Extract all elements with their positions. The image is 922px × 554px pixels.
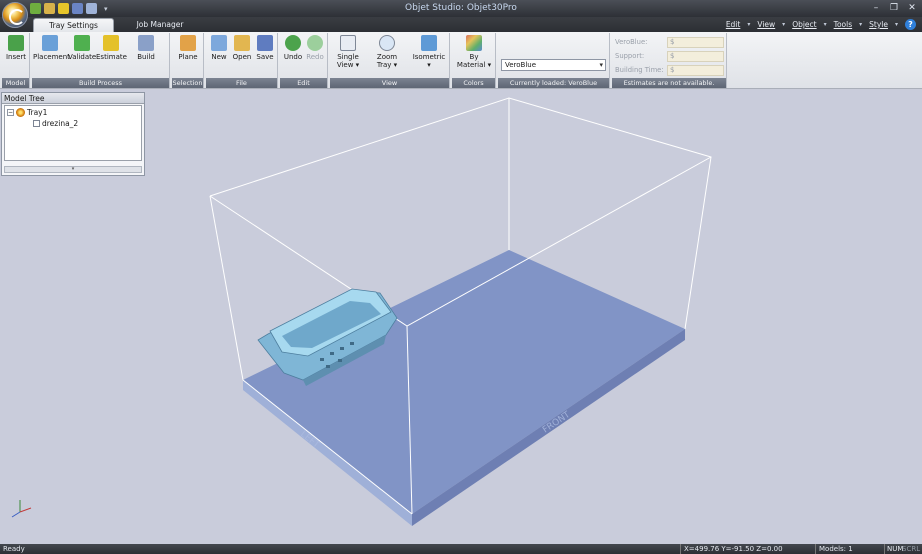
estimate-field-veroblue: $: [667, 37, 724, 48]
ribbon: Insert Model Placement Validate Estimate…: [0, 32, 922, 89]
material-icon: [466, 35, 482, 51]
group-model: Insert Model: [2, 33, 30, 88]
maximize-icon[interactable]: ❐: [888, 2, 900, 14]
chevron-down-icon: ▾: [782, 21, 786, 28]
group-label-build-process: Build Process: [32, 78, 169, 88]
insert-icon: [8, 35, 24, 51]
group-view: Single View ▾ Zoom Tray ▾ Isometric ▾ Vi…: [330, 33, 450, 88]
ribbon-tab-row: Tray Settings Job Manager Edit ▾ View ▾ Ob…: [0, 17, 922, 32]
tray-icon: [16, 108, 25, 117]
estimate-label-veroblue: VeroBlue:: [615, 38, 648, 46]
tree-model-label: drezina_2: [42, 119, 79, 128]
close-icon[interactable]: ✕: [906, 2, 918, 14]
zoom-icon: [379, 35, 395, 51]
new-button[interactable]: New: [208, 35, 230, 61]
menu-tools[interactable]: Tools: [834, 20, 852, 29]
axis-x-line: [19, 507, 32, 513]
undo-button[interactable]: Undo: [282, 35, 304, 61]
validate-icon: [74, 35, 90, 51]
model-tree-panel: Model Tree − Tray1 drezina_2 ▾: [1, 92, 145, 176]
build-icon: [138, 35, 154, 51]
group-label-file: File: [206, 78, 277, 88]
group-label-currently-loaded: Currently loaded: VeroBlue: [498, 78, 609, 88]
status-scroll-lock: SCRL: [902, 545, 921, 553]
plane-button[interactable]: Plane: [174, 35, 202, 61]
help-icon[interactable]: ?: [905, 19, 916, 30]
new-file-icon: [211, 35, 227, 51]
single-view-icon: [340, 35, 356, 51]
save-button[interactable]: Save: [254, 35, 276, 61]
open-button[interactable]: Open: [230, 35, 254, 61]
axis-z-line: [11, 511, 21, 518]
status-models-count: Models: 1: [815, 544, 853, 554]
status-bar: Ready X=499.76 Y=-91.50 Z=0.00 Models: 1…: [0, 544, 922, 554]
model-tree-title: Model Tree: [2, 93, 144, 104]
model-tree-list: − Tray1 drezina_2: [4, 105, 142, 161]
tree-tray-label: Tray1: [27, 108, 48, 117]
estimate-button[interactable]: Estimate: [96, 35, 127, 61]
chevron-down-icon: ▾: [747, 21, 751, 28]
tab-job-manager[interactable]: Job Manager: [122, 18, 198, 32]
collapse-icon[interactable]: −: [7, 109, 14, 116]
group-label-view: View: [330, 78, 449, 88]
chevron-down-icon: ▾: [859, 21, 863, 28]
build-button[interactable]: Build: [132, 35, 160, 61]
group-file: New Open Save File: [206, 33, 278, 88]
minimize-icon[interactable]: –: [870, 2, 882, 14]
menu-style[interactable]: Style: [869, 20, 888, 29]
window-controls: – ❐ ✕: [870, 2, 918, 14]
chevron-down-icon: ▾: [823, 21, 827, 28]
group-colors: By Material ▾ Colors: [452, 33, 496, 88]
group-build-process: Placement Validate Estimate Build Build …: [32, 33, 170, 88]
zoom-tray-button[interactable]: Zoom Tray ▾: [372, 35, 402, 69]
tree-row-model[interactable]: drezina_2: [33, 119, 78, 128]
menu-object[interactable]: Object: [792, 20, 816, 29]
status-coordinates: X=499.76 Y=-91.50 Z=0.00: [680, 544, 783, 554]
group-label-estimates: Estimates are not available.: [612, 78, 726, 88]
group-label-model: Model: [2, 78, 29, 88]
undo-icon: [285, 35, 301, 51]
placement-icon: [42, 35, 58, 51]
single-view-button[interactable]: Single View ▾: [333, 35, 363, 69]
tree-row-tray[interactable]: − Tray1: [7, 108, 47, 117]
validate-button[interactable]: Validate: [68, 35, 96, 61]
axis-indicator: [11, 500, 32, 518]
menu-edit[interactable]: Edit: [726, 20, 741, 29]
group-label-colors: Colors: [452, 78, 495, 88]
group-label-selection: Selection: [172, 78, 203, 88]
title-bar: ▾ Objet Studio: Objet30Pro – ❐ ✕: [0, 0, 922, 17]
estimate-label-building-time: Building Time:: [615, 66, 664, 74]
tab-tray-settings[interactable]: Tray Settings: [33, 18, 114, 32]
window-title: Objet Studio: Objet30Pro: [405, 3, 517, 13]
save-icon: [257, 35, 273, 51]
insert-button[interactable]: Insert: [3, 35, 29, 61]
placement-button[interactable]: Placement: [33, 35, 70, 61]
estimate-field-building-time: $: [667, 65, 724, 76]
cube-icon: [421, 35, 437, 51]
redo-icon: [307, 35, 323, 51]
top-menu: Edit ▾ View ▾ Object ▾ Tools ▾ Style ▾ ?: [726, 19, 916, 30]
menu-view[interactable]: View: [757, 20, 775, 29]
by-material-button[interactable]: By Material ▾: [454, 35, 494, 69]
estimate-label-support: Support:: [615, 52, 645, 60]
material-select[interactable]: VeroBlue: [501, 59, 606, 71]
redo-button[interactable]: Redo: [304, 35, 326, 61]
group-edit: Undo Redo Edit: [280, 33, 328, 88]
dollar-icon: [103, 35, 119, 51]
status-num-lock: NUM: [884, 544, 903, 554]
build-volume-left-edge: [209, 195, 244, 381]
group-label-edit: Edit: [280, 78, 327, 88]
application-menu-button[interactable]: [2, 2, 28, 28]
plane-icon: [180, 35, 196, 51]
chevron-down-icon: ▾: [894, 21, 898, 28]
isometric-button[interactable]: Isometric ▾: [410, 35, 448, 69]
estimate-field-support: $: [667, 51, 724, 62]
model-tree-scroll[interactable]: ▾: [4, 166, 142, 173]
folder-icon: [234, 35, 250, 51]
model-checkbox[interactable]: [33, 120, 40, 127]
status-ready: Ready: [3, 545, 25, 553]
group-selection: Plane Selection: [172, 33, 204, 88]
